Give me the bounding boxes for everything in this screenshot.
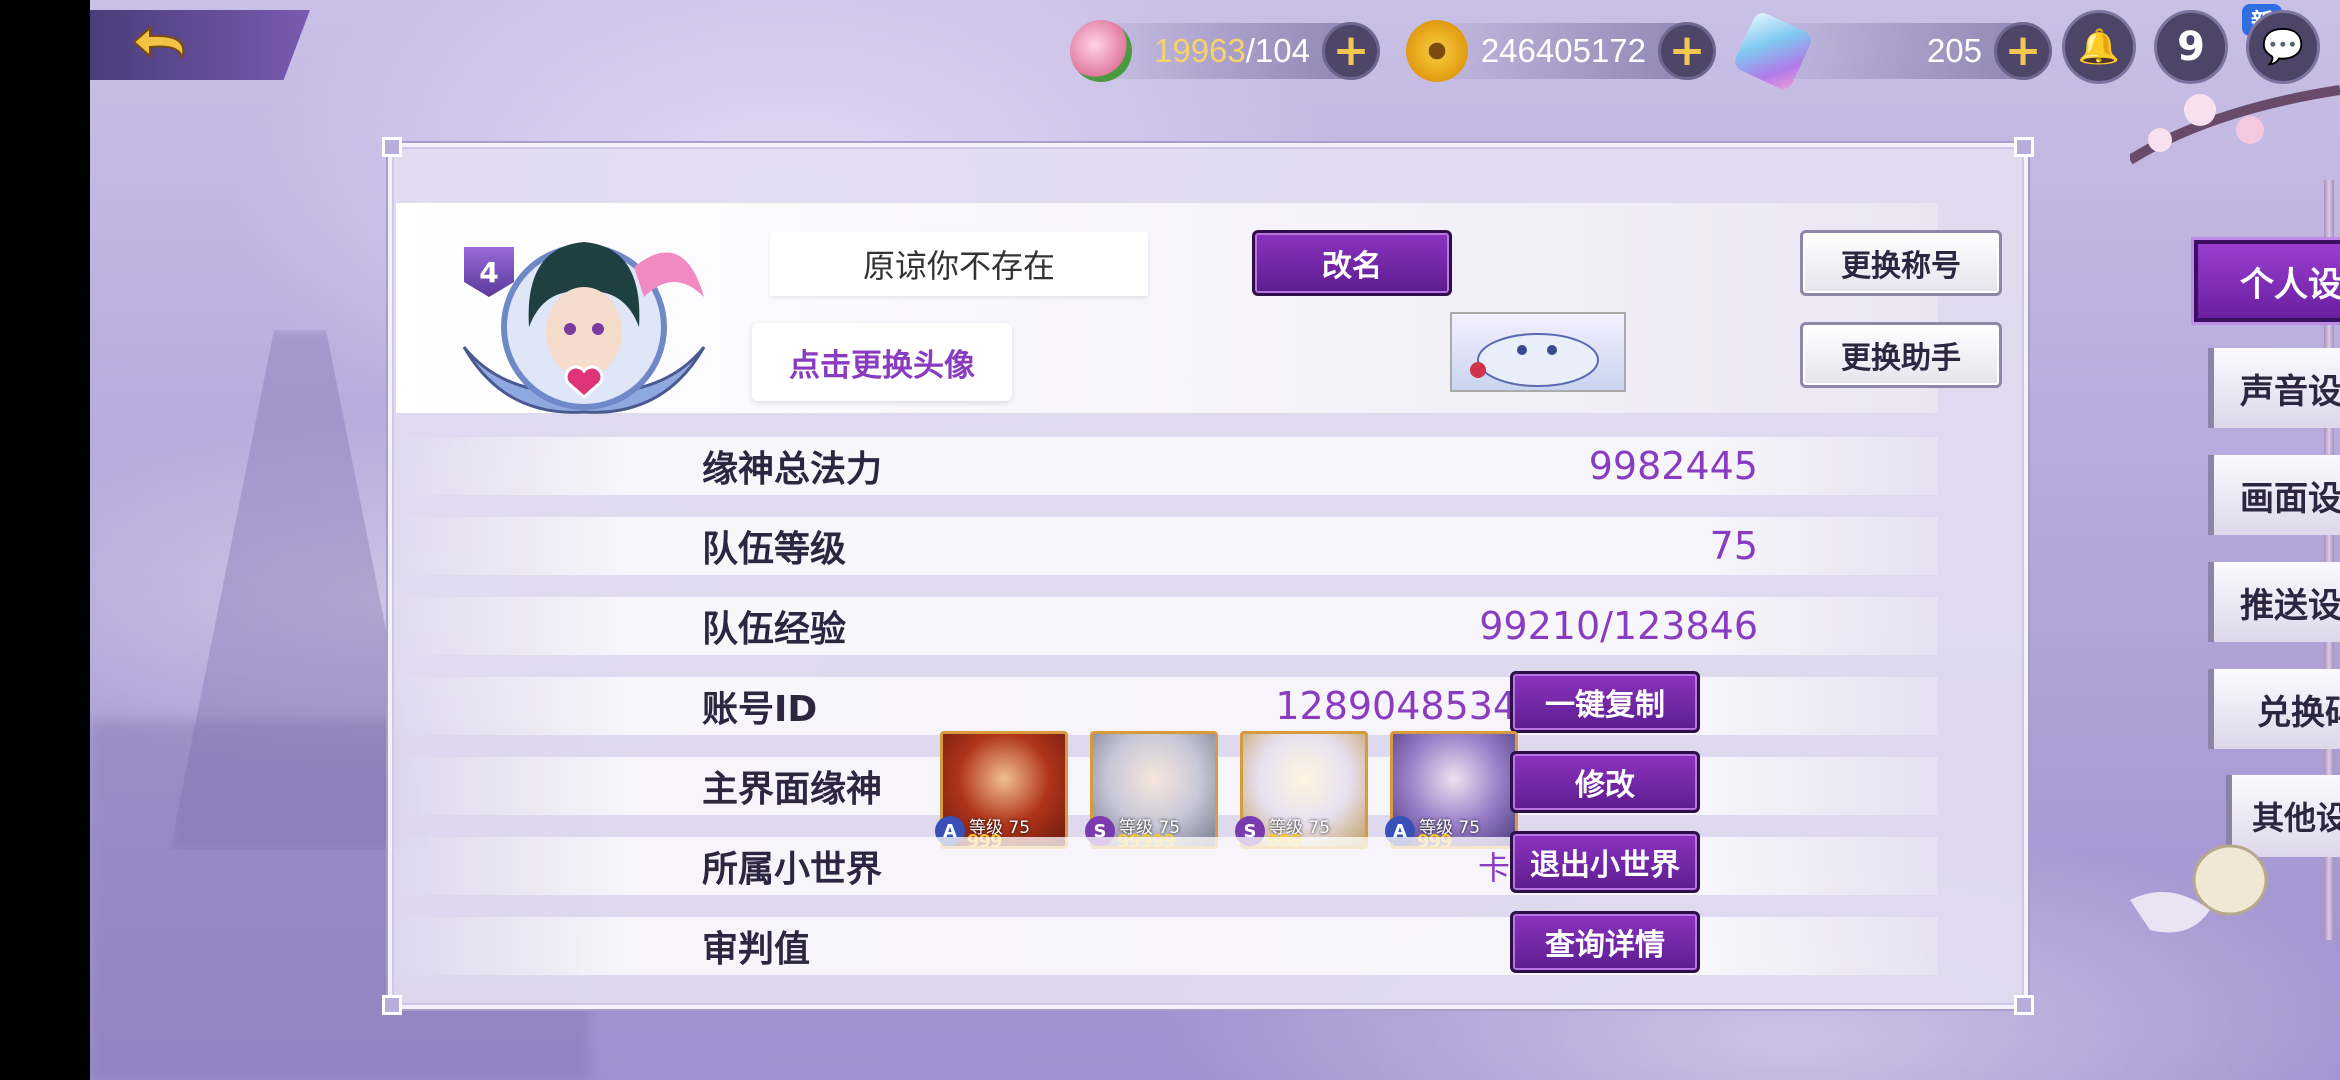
gem-resource: 205 +	[1731, 9, 2052, 93]
judgement-label: 审判值	[702, 929, 811, 970]
query-details-button[interactable]: 查询详情	[1510, 911, 1700, 973]
panel-corner	[2014, 137, 2034, 157]
panel-corner	[382, 137, 402, 157]
stamina-max: /104	[1245, 32, 1310, 69]
tab-push-settings[interactable]: 推送设置	[2208, 562, 2340, 642]
tab-personal-settings[interactable]: 个人设置	[2194, 240, 2340, 322]
stamina-resource: 19963/104 +	[1070, 18, 1380, 84]
game-screen: 19963/104 + 246405172 + 205 + 🔔 9 新 💬	[90, 0, 2340, 1080]
team-exp-value: 99210/123846	[1479, 604, 1758, 648]
rename-button[interactable]: 改名	[1252, 230, 1452, 296]
stat-row-team-level: 队伍等级 75	[396, 517, 1938, 575]
tab-display-settings[interactable]: 画面设置	[2208, 455, 2340, 535]
change-title-button[interactable]: 更换称号	[1800, 230, 2002, 296]
modify-heroes-button[interactable]: 修改	[1510, 751, 1700, 813]
team-level-value: 75	[1709, 524, 1758, 568]
hero-card[interactable]: A 等级 75 999	[1385, 731, 1518, 852]
gold-amount: 246405172	[1480, 32, 1646, 69]
gold-coin-icon	[1406, 20, 1468, 82]
gourd-charm-icon	[2130, 844, 2268, 933]
hero-card[interactable]: S 等级 75 999	[1235, 731, 1368, 852]
peach-icon	[1070, 20, 1132, 82]
stamina-add-button[interactable]: +	[1322, 22, 1380, 80]
account-id-label: 账号ID	[702, 689, 818, 730]
main-heroes-label: 主界面缘神	[702, 769, 883, 810]
back-arrow-icon	[132, 25, 185, 59]
settings-panel: 4 原谅你不存在 改名 点击更换头像 更换称号 更换助手 缘神总法力 99824…	[382, 137, 2034, 1015]
panel-corner	[2014, 995, 2034, 1015]
power-label: 缘神总法力	[702, 449, 883, 490]
hero-card[interactable]: A 等级 75 999	[935, 731, 1068, 852]
hero-card[interactable]: S 等级 75 99999	[1085, 731, 1218, 852]
avatar-portrait-icon	[462, 242, 706, 414]
assistant-portrait	[1450, 312, 1626, 392]
player-name-field: 原谅你不存在	[770, 232, 1148, 296]
gem-amount: 205	[1926, 32, 1982, 69]
gem-add-button[interactable]: +	[1994, 22, 2052, 80]
assistant-creature-icon	[1470, 333, 1599, 387]
tab-redeem-code[interactable]: 兑换码	[2208, 669, 2340, 749]
stat-row-world: 所属小世界 卡萨布兰卡 退出小世界	[396, 831, 1938, 895]
gold-resource: 246405172 +	[1406, 18, 1716, 84]
stamina-current: 19963	[1154, 32, 1246, 69]
stat-row-account-id: 账号ID 128904853465362 一键复制	[396, 671, 1938, 735]
stat-row-power: 缘神总法力 9982445	[396, 437, 1938, 495]
stat-row-team-exp: 队伍经验 99210/123846	[396, 597, 1938, 655]
panel-corner	[382, 995, 402, 1015]
team-level-label: 队伍等级	[702, 529, 847, 570]
power-value: 9982445	[1588, 444, 1758, 488]
copy-id-button[interactable]: 一键复制	[1510, 671, 1700, 733]
blossom-branch-icon	[2130, 85, 2340, 165]
player-avatar[interactable]: 4	[444, 207, 724, 427]
stat-row-judgement: 审判值 查询详情	[396, 911, 1938, 975]
change-avatar-button[interactable]: 点击更换头像	[752, 323, 1012, 401]
stat-row-main-heroes: 主界面缘神 A 等级 75 999 S 等级 75 99999 S 等级 75 …	[396, 731, 1938, 852]
change-assistant-button[interactable]: 更换助手	[1800, 322, 2002, 388]
team-exp-label: 队伍经验	[702, 609, 847, 650]
leave-world-button[interactable]: 退出小世界	[1510, 831, 1700, 893]
back-button[interactable]	[90, 10, 310, 80]
world-label: 所属小世界	[702, 849, 883, 890]
tab-sound-settings[interactable]: 声音设置	[2208, 348, 2340, 428]
bell-icon[interactable]: 🔔	[2062, 10, 2136, 84]
gold-add-button[interactable]: +	[1658, 22, 1716, 80]
